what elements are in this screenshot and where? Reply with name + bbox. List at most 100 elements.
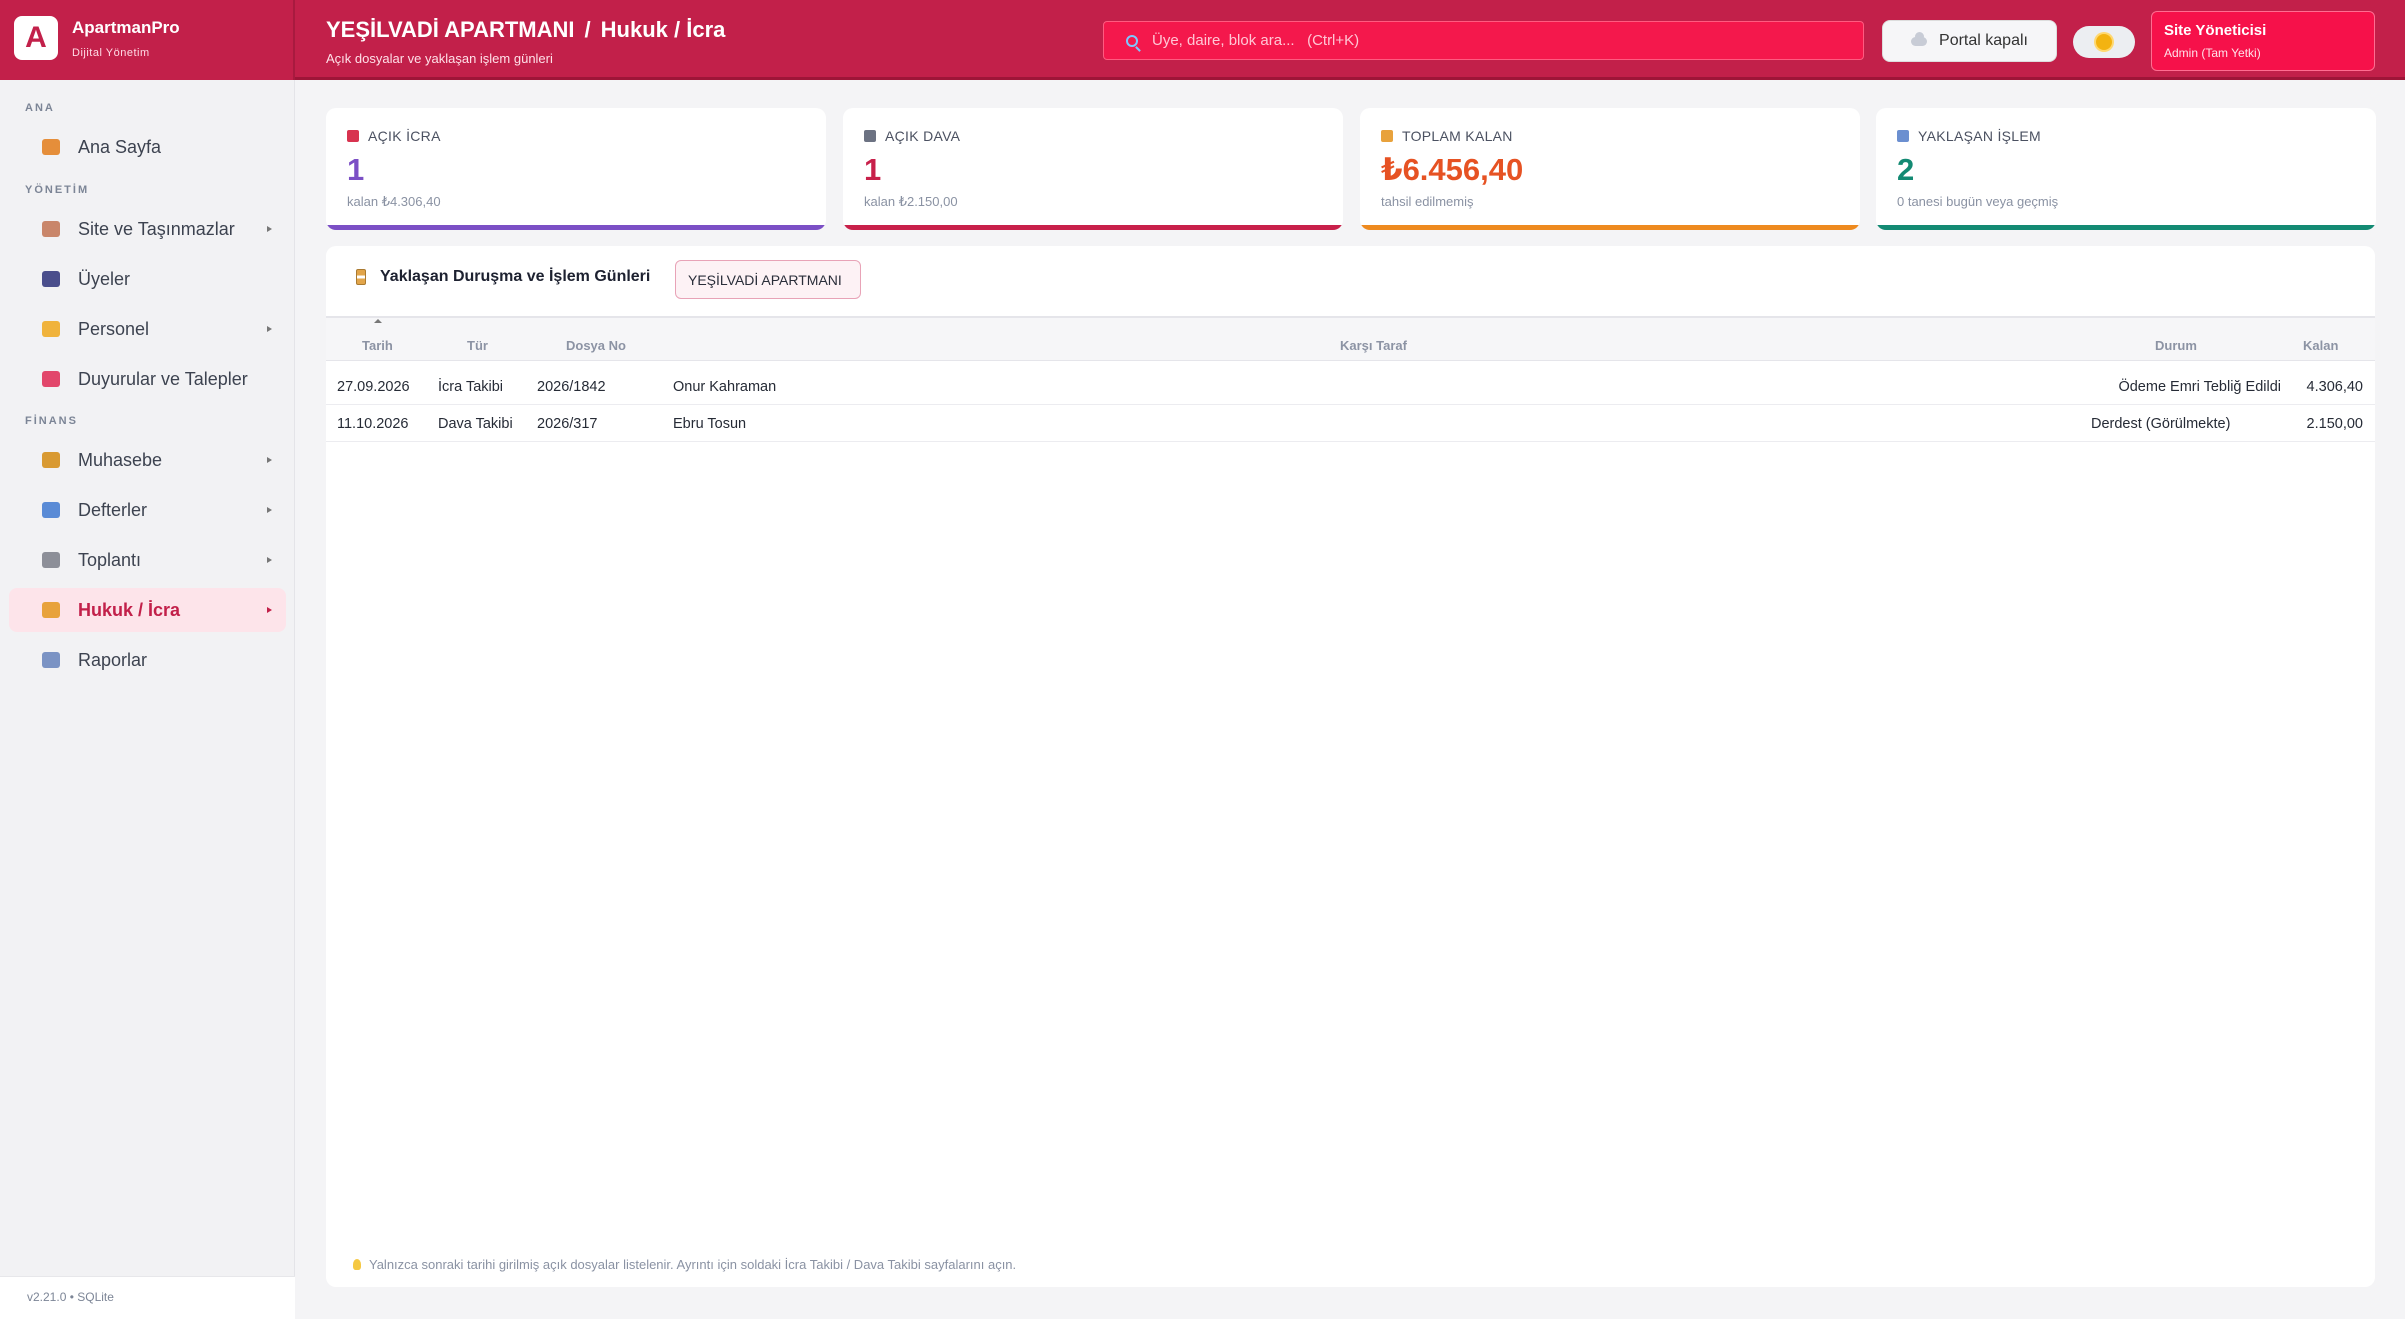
chart-icon	[42, 502, 60, 518]
cell-counterparty: Ebru Tosun	[673, 416, 747, 432]
breadcrumb-separator: /	[584, 17, 591, 42]
card-value: 2	[1897, 152, 1915, 187]
card-value: ₺6.456,40	[1381, 152, 1524, 187]
table-row[interactable]: 11.10.2026 Dava Takibi 2026/317 Ebru Tos…	[326, 405, 2375, 442]
breadcrumb-site[interactable]: YEŞİLVADİ APARTMANI	[326, 17, 575, 42]
cell-type: İcra Takibi	[438, 379, 504, 395]
page-subtitle: Açık dosyalar ve yaklaşan işlem günleri	[326, 51, 553, 66]
column-header-kalan[interactable]: Kalan	[2303, 338, 2338, 353]
card-value: 1	[347, 152, 365, 187]
users-icon	[42, 271, 60, 287]
card-title: YAKLAŞAN İŞLEM	[1918, 128, 2041, 144]
card-header: TOPLAM KALAN	[1381, 128, 1513, 144]
portal-status-button[interactable]: Portal kapalı	[1882, 20, 2057, 62]
card-accent-bar	[326, 225, 826, 230]
sidebar-item-uyeler[interactable]: Üyeler	[9, 257, 286, 301]
cell-counterparty: Onur Kahraman	[673, 379, 777, 395]
cloud-icon	[1911, 31, 1928, 46]
cell-status: Derdest (Görülmekte)	[2091, 416, 2231, 432]
card-title: AÇIK İCRA	[368, 128, 441, 144]
building-icon	[42, 552, 60, 568]
panel-footnote: Yalnızca sonraki tarihi girilmiş açık do…	[353, 1257, 1016, 1272]
sort-ascending-icon[interactable]	[374, 319, 382, 323]
calendar-icon	[1897, 130, 1909, 142]
sidebar-item-site[interactable]: Site ve Taşınmazlar	[9, 207, 286, 251]
card-subtitle: kalan ₺4.306,40	[347, 194, 441, 209]
footnote-text: Yalnızca sonraki tarihi girilmiş açık do…	[369, 1257, 1017, 1272]
panel-title-text: Yaklaşan Duruşma ve İşlem Günleri	[380, 268, 651, 285]
stat-card-yaklasan-islem[interactable]: YAKLAŞAN İŞLEM 2 0 tanesi bugün veya geç…	[1876, 108, 2376, 230]
sidebar-item-raporlar[interactable]: Raporlar	[9, 638, 286, 682]
sidebar-item-hukuk-icra[interactable]: Hukuk / İcra	[9, 588, 286, 632]
stat-card-toplam-kalan[interactable]: TOPLAM KALAN ₺6.456,40 tahsil edilmemiş	[1360, 108, 1860, 230]
cell-date: 27.09.2026	[337, 379, 410, 395]
sidebar-item-defterler[interactable]: Defterler	[9, 488, 286, 532]
cell-file-no: 2026/1842	[537, 379, 606, 395]
column-header-tarih[interactable]: Tarih	[362, 338, 393, 353]
cell-file-no: 2026/317	[537, 416, 598, 432]
card-subtitle: 0 tanesi bugün veya geçmiş	[1897, 194, 2059, 209]
search-input[interactable]	[1152, 32, 1802, 49]
sidebar-item-label: Raporlar	[78, 649, 148, 670]
chevron-right-icon	[267, 326, 272, 332]
chevron-right-icon	[267, 226, 272, 232]
column-header-tur[interactable]: Tür	[467, 338, 488, 353]
sidebar-item-muhasebe[interactable]: Muhasebe	[9, 438, 286, 482]
house-icon	[42, 139, 60, 155]
chevron-right-icon	[267, 607, 272, 613]
sidebar-item-label: Defterler	[78, 499, 148, 520]
sidebar-item-label: Toplantı	[78, 549, 142, 570]
scales-icon	[1381, 130, 1393, 142]
brand[interactable]: A ApartmanPro Dijital Yönetim	[0, 0, 295, 80]
version-info: v2.21.0 • SQLite	[0, 1276, 295, 1319]
column-header-karsi-taraf[interactable]: Karşı Taraf	[1340, 338, 1407, 353]
nav-section-ana: ANA	[25, 102, 55, 114]
sidebar-item-toplanti[interactable]: Toplantı	[9, 538, 286, 582]
column-header-dosya-no[interactable]: Dosya No	[566, 338, 626, 353]
app-logo: A	[14, 16, 58, 60]
stat-card-acik-icra[interactable]: AÇIK İCRA 1 kalan ₺4.306,40	[326, 108, 826, 230]
sidebar-item-duyurular[interactable]: Duyurular ve Talepler	[9, 357, 286, 401]
sidebar-item-personel[interactable]: Personel	[9, 307, 286, 351]
upcoming-hearings-panel: Yaklaşan Duruşma ve İşlem Günleri YEŞİLV…	[326, 246, 2375, 1287]
user-role: Admin (Tam Yetki)	[2164, 46, 2261, 60]
pin-icon	[347, 130, 359, 142]
stat-card-acik-dava[interactable]: AÇIK DAVA 1 kalan ₺2.150,00	[843, 108, 1343, 230]
table-row[interactable]: 27.09.2026 İcra Takibi 2026/1842 Onur Ka…	[326, 368, 2375, 405]
panel-title: Yaklaşan Duruşma ve İşlem Günleri	[356, 268, 650, 286]
chevron-right-icon	[267, 507, 272, 513]
search-icon	[1126, 34, 1138, 47]
courthouse-icon	[864, 130, 876, 142]
card-accent-bar	[1876, 225, 2376, 230]
sidebar-item-ana-sayfa[interactable]: Ana Sayfa	[9, 125, 286, 169]
theme-toggle[interactable]	[2073, 26, 2135, 58]
scales-icon	[42, 602, 60, 618]
nav-section-finans: FİNANS	[25, 415, 78, 427]
money-bag-icon	[42, 452, 60, 468]
sidebar-item-label: Hukuk / İcra	[78, 599, 181, 620]
card-subtitle: tahsil edilmemiş	[1381, 194, 1474, 209]
sidebar-item-label: Ana Sayfa	[78, 136, 162, 157]
global-search[interactable]	[1103, 21, 1864, 60]
chevron-right-icon	[267, 457, 272, 463]
card-header: AÇIK DAVA	[864, 128, 960, 144]
card-header: AÇIK İCRA	[347, 128, 441, 144]
cell-type: Dava Takibi	[438, 416, 513, 432]
trend-icon	[42, 652, 60, 668]
megaphone-icon	[42, 371, 60, 387]
card-subtitle: kalan ₺2.150,00	[864, 194, 958, 209]
user-name: Site Yöneticisi	[2164, 22, 2267, 39]
cell-status: Ödeme Emri Tebliğ Edildi	[2118, 379, 2281, 395]
user-menu[interactable]: Site Yöneticisi Admin (Tam Yetki)	[2151, 11, 2375, 71]
app-subtitle: Dijital Yönetim	[72, 47, 150, 59]
hourglass-icon	[356, 269, 366, 285]
site-filter-select[interactable]: YEŞİLVADİ APARTMANI	[675, 260, 861, 299]
chevron-right-icon	[267, 557, 272, 563]
clipboard-icon	[42, 221, 60, 237]
sidebar: ANA Ana Sayfa YÖNETİM Site ve Taşınmazla…	[0, 80, 295, 1319]
column-header-durum[interactable]: Durum	[2155, 338, 2197, 353]
sidebar-item-label: Muhasebe	[78, 449, 163, 470]
cell-remaining: 4.306,40	[2306, 379, 2363, 395]
person-icon	[42, 321, 60, 337]
card-title: AÇIK DAVA	[885, 128, 961, 144]
